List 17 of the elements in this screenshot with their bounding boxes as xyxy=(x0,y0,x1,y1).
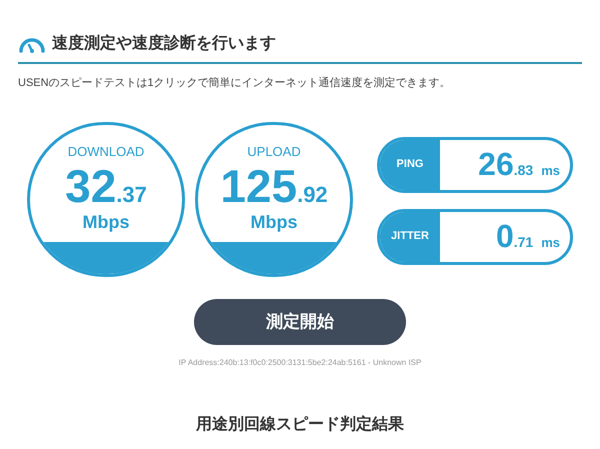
speed-value: 32.37 xyxy=(65,163,147,209)
speed-label: UPLOAD xyxy=(247,142,301,160)
latency-value: 0.71 xyxy=(496,220,534,252)
start-button[interactable]: 測定開始 xyxy=(194,298,406,344)
latency-unit: ms xyxy=(541,236,560,248)
speed-label: DOWNLOAD xyxy=(68,142,144,160)
speed-unit: Mbps xyxy=(250,211,298,233)
speed-unit: Mbps xyxy=(82,211,130,233)
latency-value: 26.83 xyxy=(478,148,534,180)
speed-value: 125.92 xyxy=(220,163,328,209)
results-heading: 用途別回線スピード判定結果 xyxy=(194,414,405,434)
ip-address-text: IP Address:240b:13:f0c0:2500:3131:5be2:24ab:5161 - Unknown ISP xyxy=(178,356,422,368)
latency-label: JITTER xyxy=(391,229,429,244)
latency-unit: ms xyxy=(541,164,560,176)
latency-label: PING xyxy=(396,157,424,172)
section-title: 速度測定や速度診断を行います xyxy=(52,33,276,54)
description-text: USENのスピードテストは1クリックで簡単にインターネット通信速度を測定できます。 xyxy=(18,76,452,91)
